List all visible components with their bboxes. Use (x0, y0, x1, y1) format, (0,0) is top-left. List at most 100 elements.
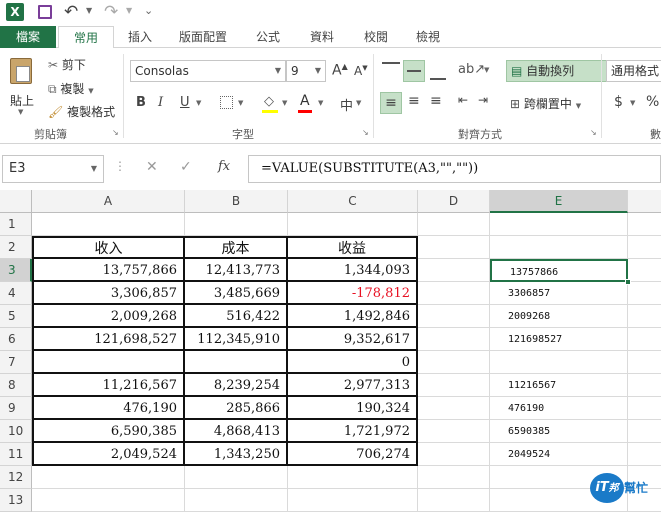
cell[interactable] (418, 443, 490, 466)
font-color-icon[interactable]: A (300, 93, 310, 109)
table-header-cell[interactable]: 收入 (32, 236, 185, 259)
column-header-c[interactable]: C (288, 190, 418, 213)
tab-data[interactable]: 資料 (302, 26, 342, 48)
tab-home[interactable]: 常用 (58, 26, 114, 49)
cell[interactable] (418, 351, 490, 374)
table-cell[interactable] (185, 351, 288, 374)
cell[interactable] (185, 489, 288, 512)
table-cell[interactable]: 1,492,846 (288, 305, 418, 328)
table-cell[interactable]: 285,866 (185, 397, 288, 420)
cell[interactable] (418, 466, 490, 489)
cell[interactable] (628, 282, 661, 305)
row-header-12[interactable]: 12 (0, 466, 32, 489)
currency-dropdown-icon[interactable]: ▼ (630, 99, 635, 107)
align-center-icon[interactable]: ≡ (408, 93, 420, 109)
column-header-d[interactable]: D (418, 190, 490, 213)
column-e-cell[interactable]: 2049524 (490, 443, 628, 466)
cell[interactable] (490, 236, 628, 259)
select-all-button[interactable] (0, 190, 32, 213)
align-middle-icon[interactable] (403, 60, 425, 82)
cell[interactable] (32, 213, 185, 236)
cell[interactable] (418, 305, 490, 328)
table-cell[interactable]: 12,413,773 (185, 259, 288, 282)
font-size-select[interactable]: 9 ▼ (286, 60, 326, 82)
cell[interactable] (288, 466, 418, 489)
cell[interactable] (628, 305, 661, 328)
tab-page-layout[interactable]: 版面配置 (170, 26, 236, 48)
table-cell[interactable]: 6,590,385 (32, 420, 185, 443)
cell[interactable] (628, 397, 661, 420)
row-header-5[interactable]: 5 (0, 305, 32, 328)
table-cell[interactable]: 2,009,268 (32, 305, 185, 328)
cell[interactable] (628, 420, 661, 443)
orientation-icon[interactable]: ab↗ (458, 62, 485, 77)
font-name-select[interactable]: Consolas ▼ (130, 60, 286, 82)
tab-review[interactable]: 校閱 (356, 26, 396, 48)
cell[interactable] (185, 466, 288, 489)
table-cell[interactable]: 11,216,567 (32, 374, 185, 397)
cell[interactable] (32, 489, 185, 512)
column-header-b[interactable]: B (185, 190, 288, 213)
customize-qat-icon[interactable]: ⌄ (144, 4, 153, 17)
align-top-icon[interactable] (382, 62, 400, 80)
tab-file[interactable]: 檔案 (0, 26, 56, 48)
table-header-cell[interactable]: 收益 (288, 236, 418, 259)
active-cell-e3[interactable]: 13757866 (490, 259, 628, 282)
row-header-13[interactable]: 13 (0, 489, 32, 512)
table-cell[interactable]: 2,977,313 (288, 374, 418, 397)
cell[interactable] (418, 420, 490, 443)
font-color-dropdown-icon[interactable]: ▼ (318, 99, 323, 107)
copy-button[interactable]: ⧉ 複製 ▼ (48, 80, 94, 97)
row-header-11[interactable]: 11 (0, 443, 32, 466)
table-cell[interactable]: 9,352,617 (288, 328, 418, 351)
row-header-2[interactable]: 2 (0, 236, 32, 259)
cancel-icon[interactable]: ✕ (146, 159, 158, 175)
row-header-7[interactable]: 7 (0, 351, 32, 374)
cell[interactable] (418, 236, 490, 259)
table-cell[interactable]: 0 (288, 351, 418, 374)
merge-center-button[interactable]: ⊞ 跨欄置中 ▼ (510, 95, 581, 112)
table-cell[interactable]: 3,306,857 (32, 282, 185, 305)
column-e-cell[interactable]: 11216567 (490, 374, 628, 397)
grow-font-button[interactable]: A▲ (332, 62, 348, 79)
column-e-cell[interactable]: 6590385 (490, 420, 628, 443)
column-header-e[interactable]: E (490, 190, 628, 213)
percent-button[interactable]: % (646, 94, 659, 110)
cell[interactable] (418, 328, 490, 351)
dialog-launcher-icon[interactable]: ↘ (112, 128, 119, 137)
cell[interactable] (418, 374, 490, 397)
borders-icon[interactable] (220, 96, 233, 109)
underline-button[interactable]: U (180, 95, 190, 110)
row-header-6[interactable]: 6 (0, 328, 32, 351)
enter-icon[interactable]: ✓ (180, 159, 192, 175)
tab-formulas[interactable]: 公式 (248, 26, 288, 48)
cell[interactable] (628, 213, 661, 236)
cell[interactable] (418, 213, 490, 236)
table-cell[interactable]: 3,485,669 (185, 282, 288, 305)
table-cell[interactable]: 1,343,250 (185, 443, 288, 466)
cell[interactable] (288, 489, 418, 512)
table-cell[interactable]: -178,812 (288, 282, 418, 305)
increase-indent-icon[interactable]: ⇥ (478, 93, 488, 107)
fill-dropdown-icon[interactable]: ▼ (282, 99, 287, 107)
cell[interactable] (418, 259, 490, 282)
cell[interactable] (628, 236, 661, 259)
cell[interactable] (628, 443, 661, 466)
cell[interactable] (628, 259, 661, 282)
row-header-4[interactable]: 4 (0, 282, 32, 305)
table-cell[interactable]: 8,239,254 (185, 374, 288, 397)
tab-view[interactable]: 檢視 (408, 26, 448, 48)
borders-dropdown-icon[interactable]: ▼ (238, 99, 243, 107)
column-e-cell[interactable]: 476190 (490, 397, 628, 420)
column-e-cell[interactable]: 2009268 (490, 305, 628, 328)
phonetic-button[interactable]: 中 (340, 95, 353, 114)
table-cell[interactable]: 2,049,524 (32, 443, 185, 466)
cell[interactable] (185, 213, 288, 236)
table-cell[interactable]: 112,345,910 (185, 328, 288, 351)
phonetic-dropdown-icon[interactable]: ▼ (356, 99, 361, 107)
insert-function-icon[interactable]: fx (218, 159, 230, 174)
row-header-8[interactable]: 8 (0, 374, 32, 397)
paste-button[interactable]: 貼上 ▼ (6, 56, 38, 116)
cell[interactable] (418, 282, 490, 305)
undo-icon[interactable]: ↶ (64, 2, 78, 22)
